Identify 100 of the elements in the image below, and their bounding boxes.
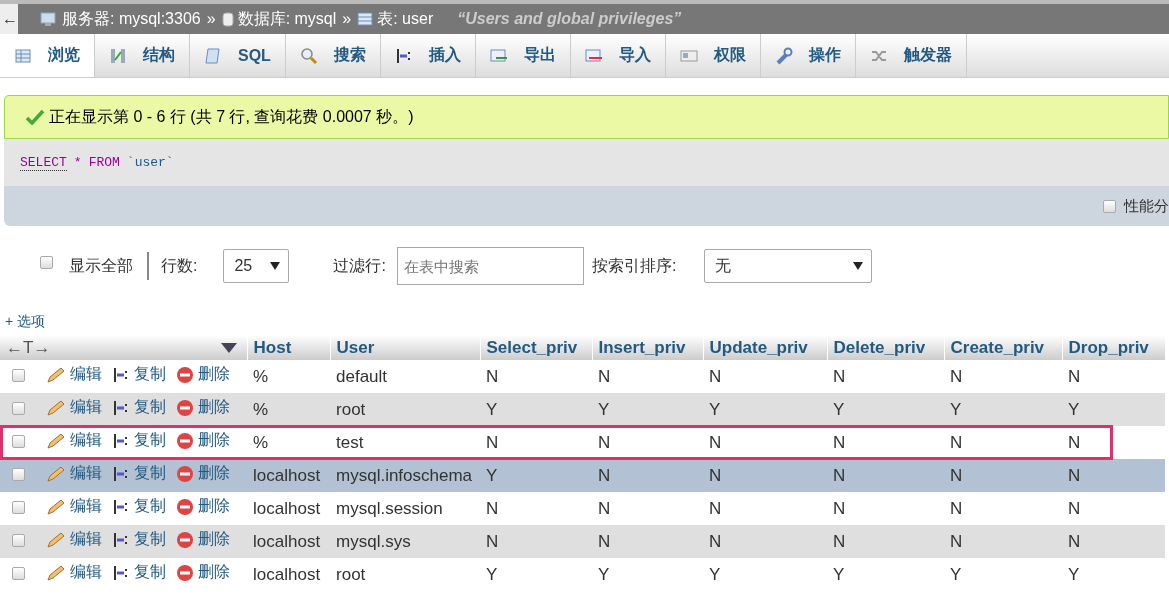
table-cell: Y: [480, 393, 592, 426]
check-icon: [25, 109, 45, 125]
copy-link[interactable]: 复制: [112, 529, 166, 551]
checkbox[interactable]: [12, 500, 25, 514]
table-cell: N: [944, 525, 1062, 558]
table-cell-text: %: [252, 431, 270, 454]
column-header[interactable]: Update_priv: [703, 335, 827, 360]
table-cell: N: [944, 492, 1062, 525]
table-cell: %: [247, 393, 330, 426]
pencil-icon: [46, 398, 66, 417]
table-cell: N: [1062, 459, 1165, 492]
table-cell-text: N: [832, 431, 847, 454]
table-cell: N: [944, 459, 1062, 492]
table-cell-text: N: [708, 431, 723, 454]
table-cell: Y: [592, 393, 703, 426]
profiling-label: 性能分: [1124, 196, 1169, 216]
column-header[interactable]: Host: [247, 335, 330, 360]
computer-icon: [40, 11, 58, 27]
column-header[interactable]: Insert_priv: [592, 335, 703, 360]
table-cell: mysql.infoschema: [330, 459, 480, 492]
breadcrumb-link[interactable]: 表: user: [377, 8, 434, 30]
options-link[interactable]: + 选项: [5, 313, 46, 331]
table-cell: localhost: [247, 525, 330, 558]
insert-icon: [112, 497, 130, 516]
edit-link[interactable]: 编辑: [46, 463, 102, 485]
insert-icon: [112, 563, 130, 582]
breadcrumb-link[interactable]: 服务器: mysql:3306: [62, 8, 201, 30]
column-header[interactable]: User: [330, 335, 480, 360]
table-cell: N: [827, 459, 944, 492]
checkbox[interactable]: [12, 434, 25, 448]
edit-link[interactable]: 编辑: [46, 496, 102, 518]
insert-icon: [112, 464, 130, 483]
search-icon: [299, 46, 318, 65]
copy-link[interactable]: 复制: [112, 562, 166, 584]
sort-select[interactable]: 无: [704, 249, 873, 283]
table-cell: N: [827, 492, 944, 525]
dropdown-caret-icon[interactable]: [220, 342, 237, 353]
table-cell: Y: [480, 558, 592, 591]
minus-circle-icon: [176, 464, 194, 483]
table-cell: N: [592, 492, 703, 525]
table-cell-text: test: [335, 431, 365, 454]
table-cell: localhost: [247, 558, 330, 591]
column-header[interactable]: Select_priv: [480, 335, 592, 360]
table-cell: N: [592, 459, 703, 492]
tab[interactable]: 浏览: [0, 34, 95, 77]
table-icon: [14, 46, 32, 65]
pencil-icon: [46, 464, 66, 483]
checkbox[interactable]: [12, 566, 25, 580]
export-icon: [489, 46, 508, 65]
edit-link[interactable]: 编辑: [46, 364, 102, 386]
copy-link[interactable]: 复制: [112, 397, 166, 419]
table-cell: N: [827, 525, 944, 558]
edit-link[interactable]: 编辑: [46, 430, 102, 452]
copy-link[interactable]: 复制: [112, 430, 166, 452]
delete-link[interactable]: 删除: [176, 463, 230, 485]
structure-icon: [109, 46, 127, 65]
edit-link[interactable]: 编辑: [46, 397, 102, 419]
rows-select[interactable]: 25: [223, 249, 290, 283]
table-cell: N: [1062, 360, 1165, 393]
delete-link[interactable]: 删除: [176, 397, 230, 419]
copy-link[interactable]: 复制: [112, 496, 166, 518]
rows-label: 行数:: [161, 255, 198, 276]
table-cell: N: [1062, 492, 1165, 525]
table-cell: Y: [944, 393, 1062, 426]
edit-link[interactable]: 编辑: [46, 562, 102, 584]
checkbox[interactable]: [40, 255, 53, 269]
back-link[interactable]: ←: [0, 4, 18, 34]
filter-input[interactable]: 在表中搜索: [396, 247, 584, 285]
delete-link[interactable]: 删除: [176, 496, 230, 518]
checkbox[interactable]: [12, 368, 25, 382]
table-cell: mysql.session: [330, 492, 480, 525]
copy-link[interactable]: 复制: [112, 463, 166, 485]
copy-link[interactable]: 复制: [112, 364, 166, 386]
caret-icon: [270, 262, 281, 270]
pencil-icon: [46, 563, 66, 582]
delete-link[interactable]: 删除: [176, 430, 230, 452]
table-cell: N: [480, 492, 592, 525]
checkbox[interactable]: [12, 467, 25, 481]
checkbox[interactable]: [12, 533, 25, 547]
pencil-icon: [46, 530, 66, 549]
column-resize-handle[interactable]: ←T→: [6, 337, 51, 358]
delete-link[interactable]: 删除: [176, 529, 230, 551]
table-cell: N: [703, 492, 827, 525]
edit-link[interactable]: 编辑: [46, 529, 102, 551]
delete-link[interactable]: 删除: [176, 364, 230, 386]
delete-link[interactable]: 删除: [176, 562, 230, 584]
table-cell: Y: [703, 393, 827, 426]
table-cell: %: [247, 360, 330, 393]
message-text: 正在显示第 0 - 6 行 (共 7 行, 查询花费 0.0007 秒。): [49, 106, 414, 127]
checkbox[interactable]: [1103, 199, 1116, 213]
checkbox[interactable]: [12, 401, 25, 415]
import-icon: [584, 46, 603, 65]
breadcrumb-link[interactable]: 数据库: mysql: [237, 8, 337, 30]
table-cell: Y: [1062, 393, 1165, 426]
sql-query: SELECT * FROM `user`: [20, 154, 174, 171]
column-header[interactable]: Delete_priv: [827, 335, 944, 360]
column-header[interactable]: Drop_priv: [1062, 335, 1165, 360]
table-cell: Y: [592, 558, 703, 591]
column-header[interactable]: Create_priv: [944, 335, 1062, 360]
insert-icon: [112, 365, 130, 384]
